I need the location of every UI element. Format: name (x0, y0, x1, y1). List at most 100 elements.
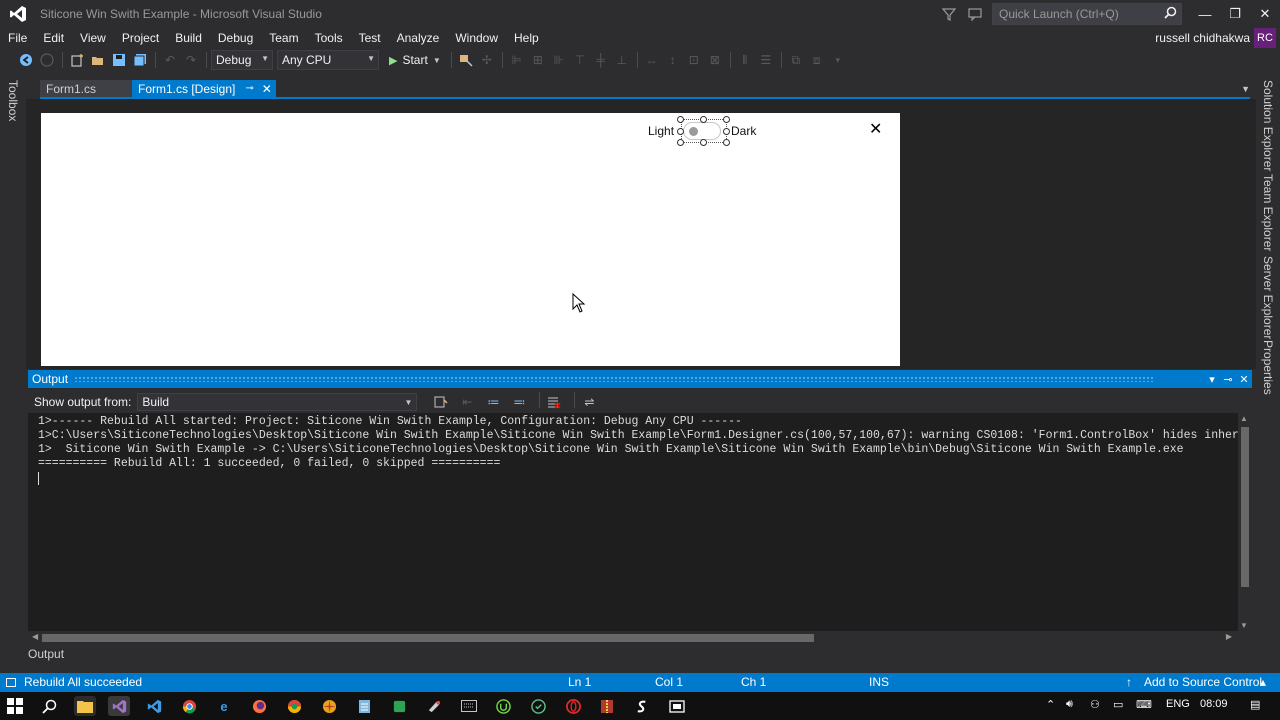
edge-icon[interactable]: e (213, 696, 235, 716)
size-to-grid-icon[interactable]: ⊠ (705, 50, 725, 70)
avatar[interactable]: RC (1254, 28, 1276, 48)
clear-all-icon[interactable] (544, 392, 564, 412)
siticone-icon[interactable] (631, 696, 653, 716)
account-name[interactable]: russell chidhakwa (1155, 28, 1250, 48)
resize-handle[interactable] (723, 139, 730, 146)
resize-handle[interactable] (700, 139, 707, 146)
menu-team[interactable]: Team (261, 28, 306, 48)
menu-debug[interactable]: Debug (210, 28, 261, 48)
chrome-canary-icon[interactable] (283, 696, 305, 716)
menu-test[interactable]: Test (351, 28, 389, 48)
solution-explorer-tab[interactable]: Solution Explorer (1261, 80, 1275, 171)
toggle-word-wrap-icon[interactable]: ⇌ (579, 392, 599, 412)
keyboard-icon[interactable] (458, 696, 480, 716)
file-explorer-icon[interactable] (74, 696, 96, 716)
upwork-icon[interactable] (492, 696, 514, 716)
align-lefts-icon[interactable]: ⊫ (507, 50, 527, 70)
send-to-back-icon[interactable]: ⧈ (807, 50, 827, 70)
align-rights-icon[interactable]: ⊪ (549, 50, 569, 70)
scroll-up-icon[interactable]: ▲ (1240, 414, 1248, 423)
horizontal-spacing-icon[interactable]: ⫴ (735, 50, 755, 70)
go-to-next-message-alt-icon[interactable]: ≕ (509, 392, 529, 412)
tab-form1-cs[interactable]: Form1.cs (40, 80, 132, 98)
close-icon[interactable]: ✕ (262, 80, 272, 98)
feedback-icon[interactable] (962, 0, 988, 28)
menu-view[interactable]: View (72, 28, 114, 48)
light-label[interactable]: Light (648, 124, 674, 138)
output-text-area[interactable]: 1>------ Rebuild All started: Project: S… (28, 413, 1238, 631)
language-indicator[interactable]: ENG (1166, 698, 1190, 710)
make-same-height-icon[interactable]: ↕ (663, 50, 683, 70)
go-to-next-message-icon[interactable]: ≔ (483, 392, 503, 412)
resize-handle[interactable] (723, 116, 730, 123)
menu-file[interactable]: File (0, 28, 35, 48)
tab-form1-design[interactable]: Form1.cs [Design] ⊸ ✕ (132, 80, 276, 98)
open-file-icon[interactable] (88, 50, 108, 70)
visual-studio-logo-icon[interactable] (0, 0, 36, 28)
resize-handle[interactable] (723, 128, 730, 135)
menu-build[interactable]: Build (167, 28, 210, 48)
notepad-icon[interactable] (353, 696, 375, 716)
align-centers-icon[interactable]: ⊞ (528, 50, 548, 70)
opera-icon[interactable] (562, 696, 584, 716)
undo-icon[interactable]: ↶ (160, 50, 180, 70)
close-window-button[interactable]: ✕ (1250, 0, 1280, 28)
chrome-icon[interactable] (178, 696, 200, 716)
pin-icon[interactable]: ⊸ (245, 80, 253, 98)
scroll-thumb[interactable] (42, 634, 814, 642)
resize-handle[interactable] (677, 128, 684, 135)
toolbox-tab[interactable]: Toolbox (6, 80, 20, 121)
close-icon[interactable]: ✕ (1236, 373, 1252, 386)
battery-icon[interactable]: ▭ (1113, 698, 1123, 711)
scroll-down-icon[interactable]: ▼ (1240, 621, 1248, 630)
scroll-right-icon[interactable]: ▶ (1226, 632, 1232, 641)
vs-code-icon[interactable] (143, 696, 165, 716)
menu-help[interactable]: Help (506, 28, 547, 48)
dark-label[interactable]: Dark (731, 124, 756, 138)
resize-handle[interactable] (677, 139, 684, 146)
quick-launch-input[interactable]: Quick Launch (Ctrl+Q) (992, 3, 1182, 25)
add-to-source-control-button[interactable]: Add to Source Control (1144, 675, 1262, 689)
make-same-size-icon[interactable]: ⊡ (684, 50, 704, 70)
align-bottoms-icon[interactable]: ⊥ (612, 50, 632, 70)
search-icon[interactable] (38, 696, 60, 716)
vertical-spacing-icon[interactable]: ☰ (756, 50, 776, 70)
go-to-previous-message-icon[interactable]: ⇤ (457, 392, 477, 412)
network-icon[interactable]: ⚇ (1090, 698, 1100, 711)
green-app-icon[interactable] (388, 696, 410, 716)
align-middles-icon[interactable]: ╪ (591, 50, 611, 70)
save-all-icon[interactable] (130, 50, 150, 70)
resize-handle[interactable] (677, 116, 684, 123)
bring-to-front-icon[interactable]: ⧉ (786, 50, 806, 70)
menu-window[interactable]: Window (447, 28, 506, 48)
find-message-in-code-icon[interactable] (431, 392, 451, 412)
firefox-icon[interactable] (248, 696, 270, 716)
media-icon[interactable] (666, 696, 688, 716)
resize-handle[interactable] (700, 116, 707, 123)
notifications-icon[interactable]: ▤ (1250, 698, 1260, 711)
toolbar-overflow-icon[interactable]: ▾ (828, 50, 848, 70)
solution-configuration-select[interactable]: Debug ▼ (211, 50, 273, 70)
navigate-forward-icon[interactable] (37, 50, 57, 70)
vertical-scrollbar[interactable]: ▲ ▼ (1238, 413, 1252, 631)
visual-studio-taskbar-icon[interactable] (108, 696, 130, 716)
menu-project[interactable]: Project (114, 28, 167, 48)
save-icon[interactable] (109, 50, 129, 70)
form-design-surface[interactable]: Light Dark ✕ (41, 113, 900, 366)
redo-icon[interactable]: ↷ (181, 50, 201, 70)
make-same-width-icon[interactable]: ↔ (642, 50, 662, 70)
archive-icon[interactable] (596, 696, 618, 716)
chevron-up-icon[interactable]: ▴ (1260, 675, 1266, 689)
clock[interactable]: 08:09 (1200, 698, 1228, 710)
chevron-up-icon[interactable]: ⌃ (1046, 698, 1055, 711)
horizontal-scrollbar[interactable]: ◀ ▶ (28, 631, 1238, 645)
keyboard-tray-icon[interactable]: ⌨ (1136, 698, 1152, 711)
menu-edit[interactable]: Edit (35, 28, 72, 48)
search-icon[interactable] (1164, 6, 1177, 22)
snap-icon[interactable]: ✢ (477, 50, 497, 70)
scroll-thumb[interactable] (1241, 427, 1249, 587)
menu-analyze[interactable]: Analyze (389, 28, 448, 48)
properties-tab[interactable]: Properties (1261, 340, 1275, 395)
team-explorer-tab[interactable]: Team Explorer (1261, 174, 1275, 251)
maximize-button[interactable]: ❐ (1220, 0, 1250, 28)
